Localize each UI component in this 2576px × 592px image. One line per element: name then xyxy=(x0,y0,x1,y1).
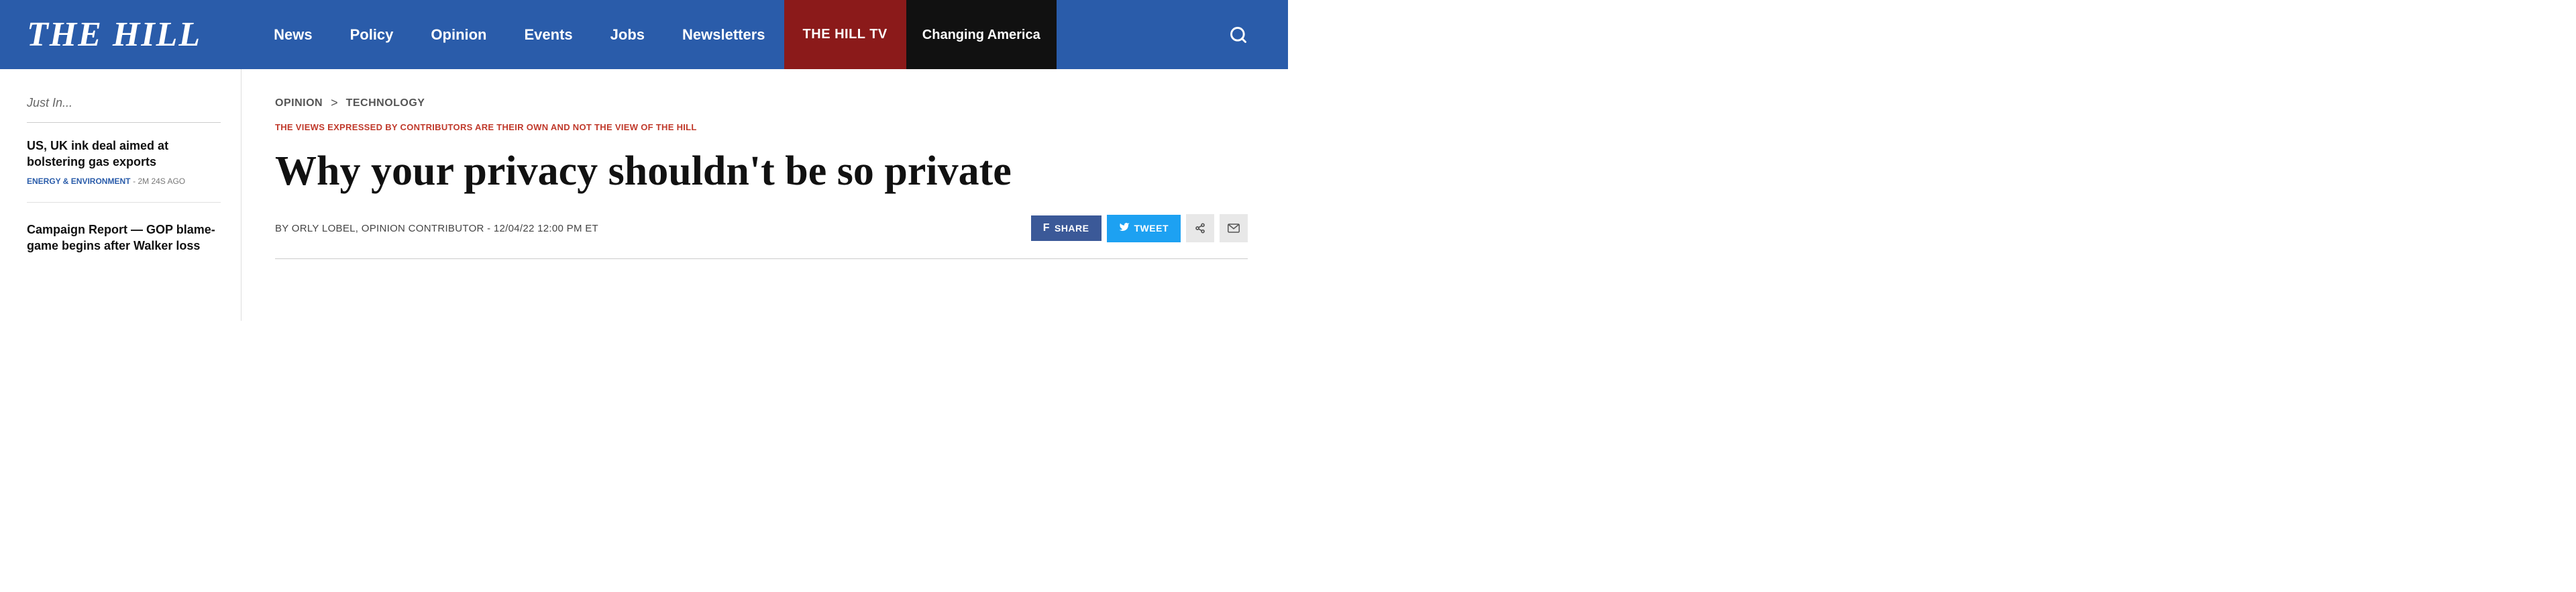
nav-item-jobs[interactable]: Jobs xyxy=(592,0,663,69)
breadcrumb: OPINION > TECHNOLOGY xyxy=(275,96,1248,110)
nav-item-hill-tv[interactable]: THE HILL TV xyxy=(784,0,906,69)
twitter-icon xyxy=(1119,221,1130,236)
site-header: THE HILL News Policy Opinion Events Jobs… xyxy=(0,0,1288,69)
sidebar-article-1: US, UK ink deal aimed at bolstering gas … xyxy=(27,138,221,203)
facebook-share-button[interactable]: f SHARE xyxy=(1031,215,1102,241)
nav-item-newsletters[interactable]: Newsletters xyxy=(663,0,784,69)
nav-item-opinion[interactable]: Opinion xyxy=(412,0,505,69)
article-divider xyxy=(275,258,1248,259)
sidebar-article-title-2[interactable]: Campaign Report — GOP blame-game begins … xyxy=(27,221,221,254)
nav-item-policy[interactable]: Policy xyxy=(331,0,413,69)
main-nav: News Policy Opinion Events Jobs Newslett… xyxy=(255,0,1261,69)
email-icon-button[interactable] xyxy=(1220,214,1248,242)
article-title: Why your privacy shouldn't be so private xyxy=(275,148,1080,194)
social-buttons: f SHARE TWEET xyxy=(1031,214,1248,242)
nav-item-changing-america[interactable]: Changing America xyxy=(906,0,1057,69)
breadcrumb-category[interactable]: TECHNOLOGY xyxy=(346,97,425,109)
main-article: OPINION > TECHNOLOGY THE VIEWS EXPRESSED… xyxy=(241,69,1288,321)
twitter-share-button[interactable]: TWEET xyxy=(1107,215,1181,242)
facebook-share-label: SHARE xyxy=(1055,223,1089,234)
share-icon-button[interactable] xyxy=(1186,214,1214,242)
facebook-icon: f xyxy=(1043,222,1050,234)
sidebar-article-category-1[interactable]: ENERGY & ENVIRONMENT xyxy=(27,177,130,186)
article-disclaimer: THE VIEWS EXPRESSED BY CONTRIBUTORS ARE … xyxy=(275,122,1248,132)
twitter-share-label: TWEET xyxy=(1134,223,1169,234)
sidebar-article-meta-1: ENERGY & ENVIRONMENT - 2M 24S AGO xyxy=(27,176,221,186)
site-logo[interactable]: THE HILL xyxy=(27,15,201,54)
sidebar-article-2: Campaign Report — GOP blame-game begins … xyxy=(27,221,221,276)
sidebar-article-title-1[interactable]: US, UK ink deal aimed at bolstering gas … xyxy=(27,138,221,170)
sidebar-divider xyxy=(27,122,221,123)
content-wrapper: Just In... US, UK ink deal aimed at bols… xyxy=(0,69,1288,321)
search-icon[interactable] xyxy=(1216,26,1261,44)
article-byline: BY ORLY LOBEL, OPINION CONTRIBUTOR - 12/… xyxy=(275,223,598,234)
just-in-label: Just In... xyxy=(27,96,221,110)
breadcrumb-separator: > xyxy=(331,96,338,110)
nav-item-news[interactable]: News xyxy=(255,0,331,69)
article-meta-row: BY ORLY LOBEL, OPINION CONTRIBUTOR - 12/… xyxy=(275,214,1248,242)
breadcrumb-section[interactable]: OPINION xyxy=(275,97,323,109)
nav-item-events[interactable]: Events xyxy=(506,0,592,69)
sidebar-article-time-1: - 2M 24S AGO xyxy=(133,177,185,186)
sidebar: Just In... US, UK ink deal aimed at bols… xyxy=(0,69,241,321)
